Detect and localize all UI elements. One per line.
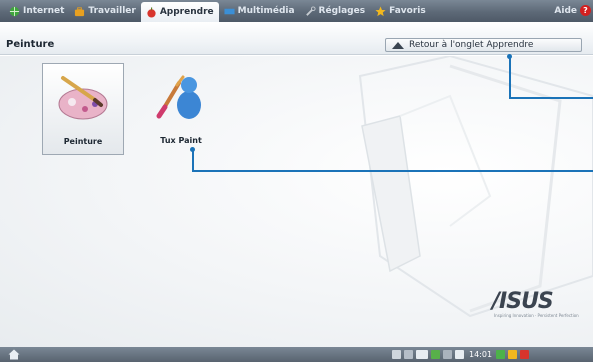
tab-reglages[interactable]: Réglages [300,0,371,22]
app-launcher-area: Peinture Tux Paint /ISUS Inspiring Innov… [0,56,593,347]
paint-palette-icon [58,76,108,120]
app-peinture-label: Peinture [63,137,103,146]
help-button[interactable]: Aide ? [549,0,593,22]
tab-favoris-label: Favoris [389,6,426,16]
display-icon[interactable] [443,350,452,359]
back-to-tab-button[interactable]: Retour à l'onglet Apprendre [385,38,582,52]
tab-reglages-label: Réglages [318,6,366,16]
system-tray: 14:01 [392,348,532,361]
battery-icon[interactable] [416,350,428,359]
tab-travailler-label: Travailler [88,6,136,16]
power-icon[interactable] [520,350,530,359]
up-arrow-icon [392,41,404,49]
apple-icon [147,6,156,18]
star-icon [375,5,386,16]
callout-line-tux-vertical [192,149,194,171]
asus-tagline: Inspiring Innovation · Persistent Perfec… [494,313,579,318]
tab-internet[interactable]: Internet [4,0,69,22]
callout-line-back-horizontal [509,97,593,99]
tools-icon [305,5,316,16]
callout-line-back-vertical [509,56,511,98]
tab-travailler[interactable]: Travailler [69,0,140,22]
volume-icon[interactable] [455,350,464,359]
app-peinture[interactable]: Peinture [42,63,124,155]
app-tux-paint-label: Tux Paint [160,136,202,145]
taskbar-clock: 14:01 [469,350,493,359]
tab-multimedia[interactable]: Multimédia [219,0,300,22]
wireless-icon[interactable] [404,350,413,359]
home-icon[interactable] [8,349,20,360]
tab-multimedia-label: Multimédia [237,6,295,16]
tab-favoris[interactable]: Favoris [370,0,431,22]
tab-internet-label: Internet [23,6,65,16]
title-bar: Peinture Retour à l'onglet Apprendre [0,22,593,55]
tux-paint-icon [156,75,201,119]
back-to-tab-label: Retour à l'onglet Apprendre [409,40,534,50]
film-icon [224,8,235,14]
network-icon[interactable] [392,350,401,359]
help-label: Aide [554,6,577,16]
globe-icon [9,6,20,16]
taskbar: 14:01 [0,347,593,362]
tab-apprendre-label: Apprendre [159,7,214,17]
app-tux-paint[interactable]: Tux Paint [140,63,222,155]
category-tab-bar: Internet Travailler Apprendre Multimédia… [0,0,593,22]
page-title: Peinture [6,39,55,50]
asus-logo: /ISUS [492,289,554,314]
tab-apprendre[interactable]: Apprendre [140,2,219,22]
keyboard-icon[interactable] [431,350,440,359]
briefcase-icon [75,6,85,16]
help-icon: ? [580,5,591,16]
callout-line-tux-horizontal [192,170,593,172]
update-icon[interactable] [508,350,518,359]
desktop-icon[interactable] [496,350,506,359]
